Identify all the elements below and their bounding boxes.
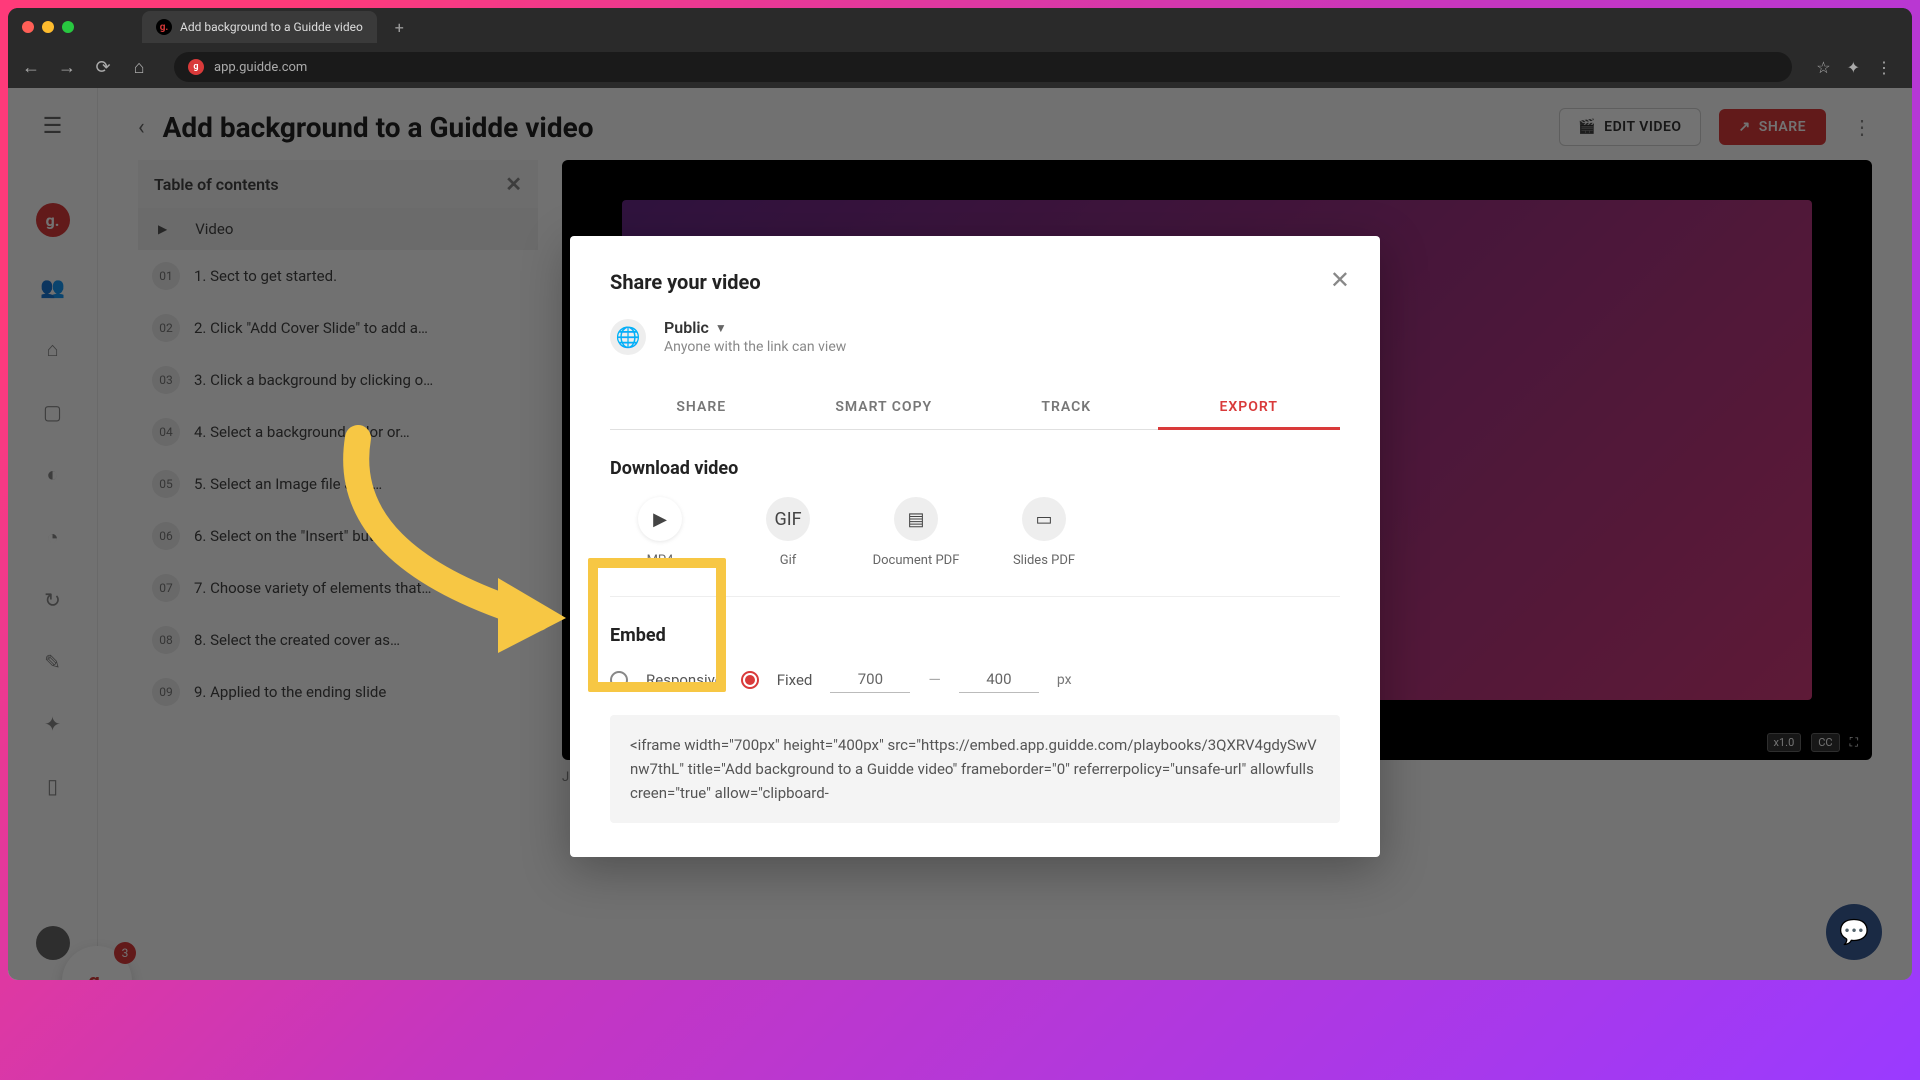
new-tab-button[interactable]: + <box>395 18 404 37</box>
tab-title: Add background to a Guidde video <box>180 20 363 34</box>
browser-menu-icon[interactable]: ⋮ <box>1876 58 1892 77</box>
tab-share[interactable]: SHARE <box>610 385 793 429</box>
height-input[interactable] <box>959 666 1039 693</box>
download-gif-button[interactable]: GIF Gif <box>738 497 838 568</box>
tab-track[interactable]: TRACK <box>975 385 1158 429</box>
star-icon[interactable]: ☆ <box>1816 58 1830 77</box>
width-input[interactable] <box>830 666 910 693</box>
highlight-box <box>588 558 726 692</box>
globe-icon: 🌐 <box>610 319 646 355</box>
tab-export[interactable]: EXPORT <box>1158 385 1341 429</box>
annotation-arrow-icon <box>298 418 598 678</box>
back-icon[interactable]: ← <box>20 57 42 78</box>
browser-tab[interactable]: g. Add background to a Guidde video <box>142 11 377 43</box>
close-window-icon[interactable] <box>22 21 34 33</box>
home-icon[interactable]: ⌂ <box>128 57 150 78</box>
modal-tabs: SHARE SMART COPY TRACK EXPORT <box>610 385 1340 430</box>
download-heading: Download video <box>610 458 1340 479</box>
titlebar: g. Add background to a Guidde video + <box>8 8 1912 46</box>
tab-smart-copy[interactable]: SMART COPY <box>793 385 976 429</box>
gif-icon: GIF <box>766 497 810 541</box>
page-content: ☰ g. 👥 ⌂ ▢ ◐ ◔ ↻ ✎ ✦ ▯ g. 3 ‹ Add backgr… <box>8 88 1912 980</box>
site-icon: g <box>188 59 204 75</box>
favicon-icon: g. <box>156 19 172 35</box>
maximize-window-icon[interactable] <box>62 21 74 33</box>
url-text: app.guidde.com <box>214 60 307 75</box>
minimize-window-icon[interactable] <box>42 21 54 33</box>
url-bar[interactable]: g app.guidde.com <box>174 52 1792 82</box>
download-doc-pdf-button[interactable]: ▤ Document PDF <box>866 497 966 568</box>
slides-icon: ▭ <box>1022 497 1066 541</box>
fixed-radio[interactable] <box>741 671 759 689</box>
document-icon: ▤ <box>894 497 938 541</box>
download-slides-pdf-button[interactable]: ▭ Slides PDF <box>994 497 1094 568</box>
visibility-row[interactable]: 🌐 Public▼ Anyone with the link can view <box>610 318 1340 355</box>
forward-icon[interactable]: → <box>56 57 78 78</box>
reload-icon[interactable]: ⟳ <box>92 57 114 78</box>
close-icon[interactable]: ✕ <box>1330 266 1350 294</box>
chevron-down-icon: ▼ <box>715 321 727 335</box>
embed-code[interactable]: <iframe width="700px" height="400px" src… <box>610 715 1340 823</box>
play-file-icon: ▶ <box>638 497 682 541</box>
browser-window: g. Add background to a Guidde video + ← … <box>8 8 1912 980</box>
browser-toolbar: ← → ⟳ ⌂ g app.guidde.com ☆ ✦ ⋮ <box>8 46 1912 88</box>
extensions-icon[interactable]: ✦ <box>1847 58 1860 77</box>
chat-widget-icon[interactable]: 💬 <box>1826 904 1882 960</box>
modal-title: Share your video <box>610 270 1340 294</box>
share-modal: Share your video ✕ 🌐 Public▼ Anyone with… <box>570 236 1380 857</box>
